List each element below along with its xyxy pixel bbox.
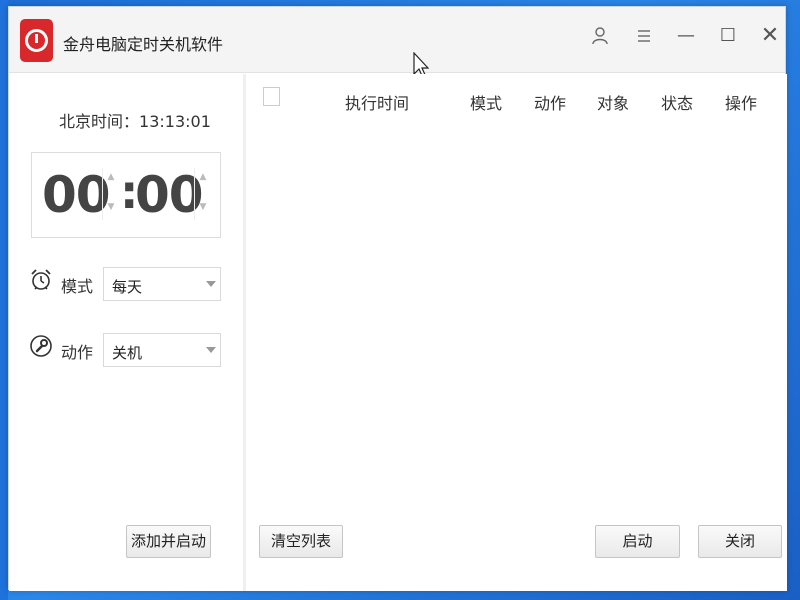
- column-header-action: 动作: [534, 94, 567, 113]
- minutes-up-icon[interactable]: ▲: [198, 172, 208, 182]
- hours-spinner: ▲ ▼: [102, 168, 118, 220]
- mode-row: 模式 每天: [29, 264, 229, 304]
- close-window-button[interactable]: ✕: [757, 23, 783, 49]
- beijing-time: 北京时间：13:13:01: [59, 108, 211, 132]
- chevron-down-icon: [206, 281, 216, 287]
- window-title: 金舟电脑定时关机软件: [63, 35, 224, 54]
- minutes-value[interactable]: 00: [135, 167, 204, 223]
- chevron-down-icon: [206, 347, 216, 353]
- app-window: 金舟电脑定时关机软件 — ☐ ✕ 北京时间：13:13:01 00 ▲ ▼: …: [8, 6, 787, 591]
- wrench-icon: [30, 335, 52, 357]
- minimize-button[interactable]: —: [673, 23, 699, 49]
- hours-up-icon[interactable]: ▲: [106, 172, 116, 182]
- mode-select[interactable]: 每天: [103, 267, 221, 301]
- close-button[interactable]: 关闭: [698, 525, 782, 558]
- app-logo-icon: [20, 19, 53, 62]
- action-value: 关机: [112, 344, 143, 362]
- column-header-target: 对象: [597, 94, 630, 113]
- mode-value: 每天: [112, 278, 143, 296]
- maximize-button[interactable]: ☐: [715, 23, 741, 49]
- action-row: 动作 关机: [29, 330, 229, 370]
- timer-input: 00 ▲ ▼ : 00 ▲ ▼: [31, 152, 221, 238]
- user-icon[interactable]: [587, 23, 613, 49]
- start-button[interactable]: 启动: [595, 525, 680, 558]
- action-select[interactable]: 关机: [103, 333, 221, 367]
- clock-label: 北京时间：: [59, 112, 140, 131]
- table-header: 执行时间 模式 动作 对象 状态 操作: [246, 74, 787, 122]
- left-panel: 北京时间：13:13:01 00 ▲ ▼ : 00 ▲ ▼ 模式 每天 动作 关…: [9, 74, 243, 591]
- mode-label: 模式: [61, 277, 94, 296]
- title-bar: 金舟电脑定时关机软件 — ☐ ✕: [9, 7, 785, 73]
- alarm-clock-icon: [31, 269, 51, 290]
- column-header-exec-time: 执行时间: [345, 94, 410, 113]
- menu-icon[interactable]: [631, 23, 657, 49]
- column-header-status: 状态: [661, 94, 694, 113]
- add-and-start-button[interactable]: 添加并启动: [126, 525, 211, 558]
- clock-value: 13:13:01: [139, 112, 211, 131]
- action-label: 动作: [61, 343, 94, 362]
- hours-value[interactable]: 00: [42, 167, 111, 223]
- hours-down-icon[interactable]: ▼: [106, 202, 116, 212]
- minutes-spinner: ▲ ▼: [194, 168, 210, 220]
- clear-list-button[interactable]: 清空列表: [259, 525, 343, 558]
- select-all-checkbox[interactable]: [263, 87, 280, 106]
- column-header-mode: 模式: [470, 94, 503, 113]
- column-header-operation: 操作: [725, 94, 758, 113]
- desktop-background: [0, 0, 8, 600]
- minutes-down-icon[interactable]: ▼: [198, 202, 208, 212]
- task-list-panel: 执行时间 模式 动作 对象 状态 操作 清空列表 启动 关闭: [246, 74, 787, 591]
